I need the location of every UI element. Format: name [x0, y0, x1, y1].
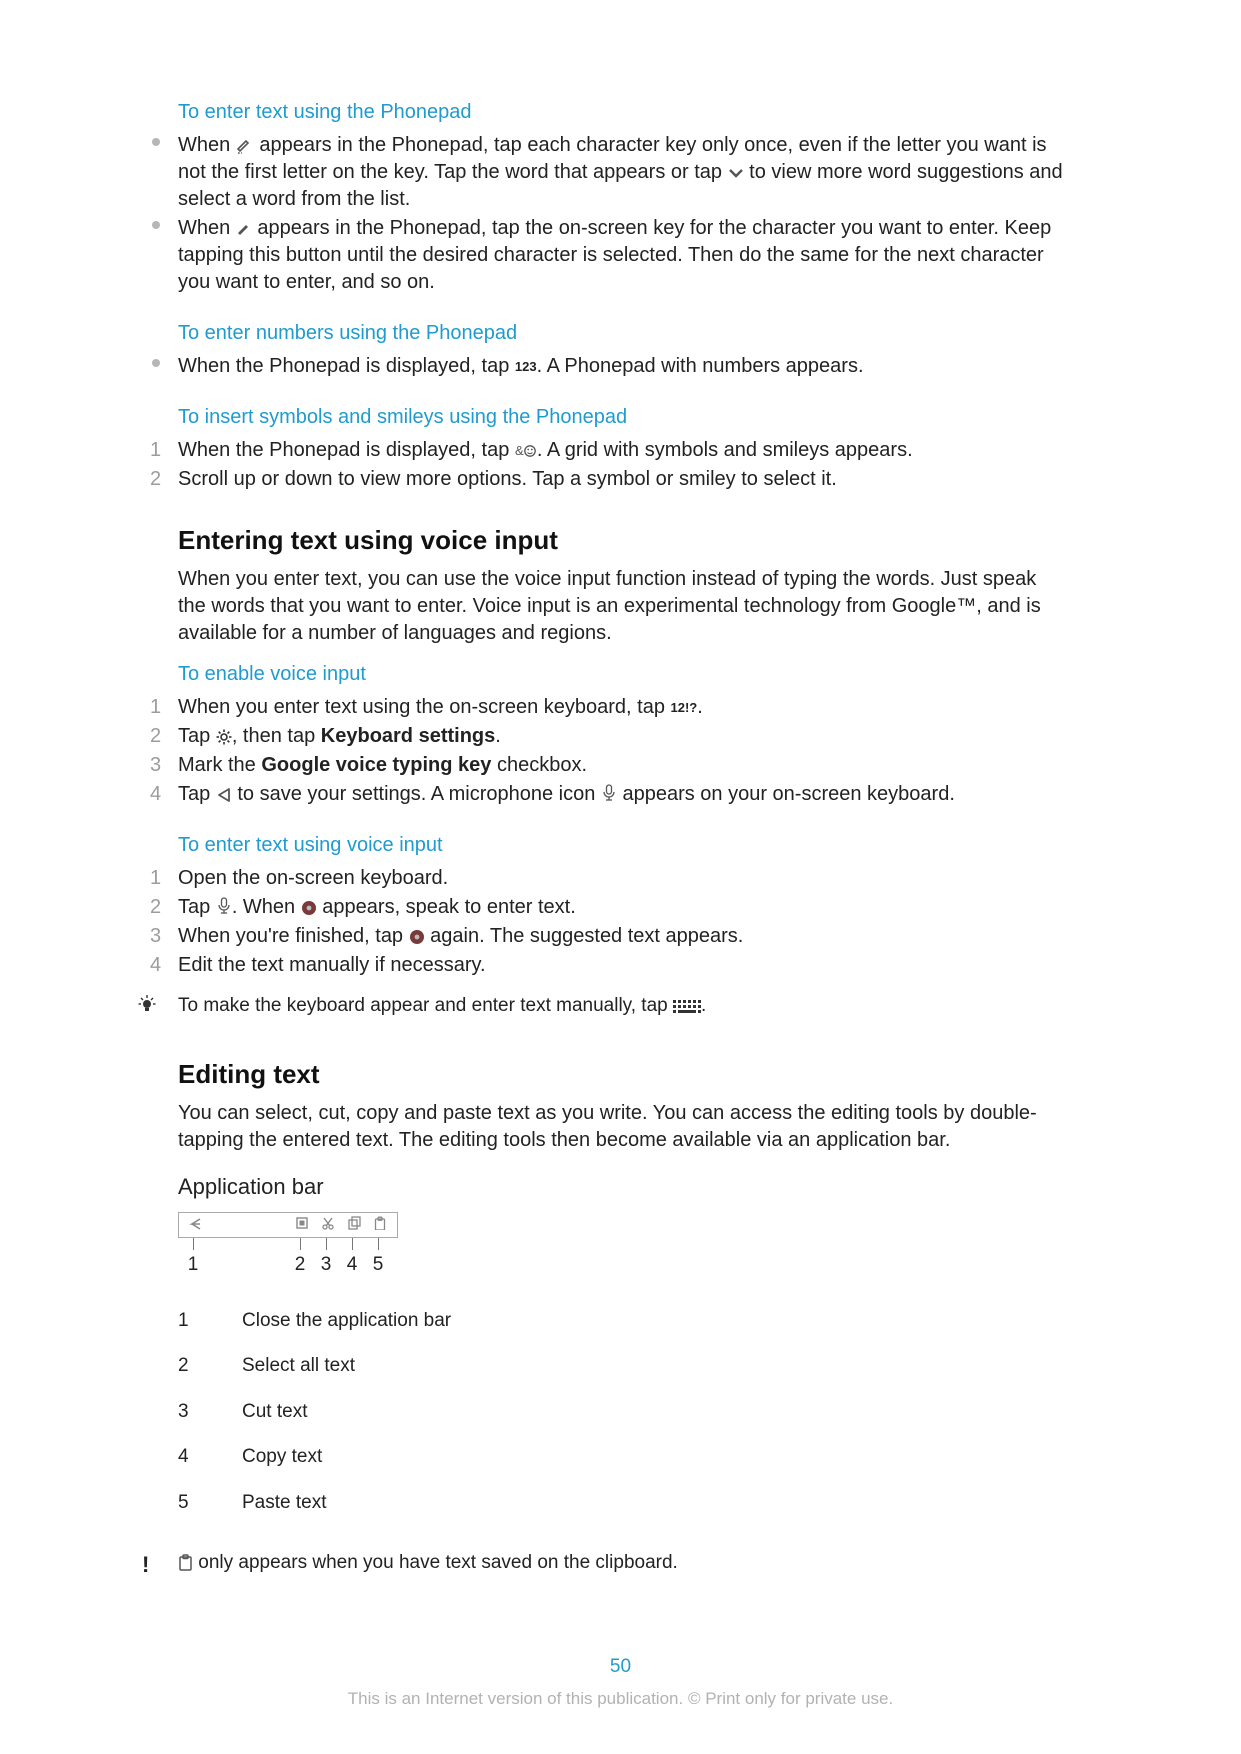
footer-text: This is an Internet version of this publ…	[0, 1688, 1241, 1711]
list-text: When the Phonepad is displayed, tap . A …	[178, 437, 1064, 464]
list-text: Tap , then tap Keyboard settings.	[178, 723, 1064, 750]
back-icon	[216, 787, 232, 803]
bullet-text: When appears in the Phonepad, tap each c…	[178, 132, 1064, 213]
keyboard-icon	[673, 1000, 701, 1014]
microphone-icon	[216, 897, 232, 914]
legend-row: 2Select all text	[178, 1353, 1064, 1379]
legend-value: Copy text	[242, 1444, 1064, 1470]
list-item: 1 Open the on-screen keyboard.	[152, 865, 1064, 892]
list-text: Mark the Google voice typing key checkbo…	[178, 752, 1064, 779]
subheading-enter-text-phonepad: To enter text using the Phonepad	[178, 99, 1064, 126]
paragraph: When you enter text, you can use the voi…	[178, 566, 1064, 647]
list-item: 2 Tap . When appears, speak to enter tex…	[152, 894, 1064, 921]
record-dot-icon	[301, 900, 317, 916]
list-item: 2 Tap , then tap Keyboard settings.	[152, 723, 1064, 750]
list-text: When you're finished, tap again. The sug…	[178, 923, 1064, 950]
legend-row: 5Paste text	[178, 1490, 1064, 1516]
paragraph: You can select, cut, copy and paste text…	[178, 1100, 1064, 1154]
symbols-smiley-icon	[515, 442, 537, 459]
page-number: 50	[0, 1654, 1241, 1680]
tip-row: To make the keyboard appear and enter te…	[144, 993, 1064, 1019]
content-column: To enter text using the Phonepad When ap…	[178, 85, 1064, 1585]
legend-key: 4	[178, 1444, 242, 1470]
list-text: Open the on-screen keyboard.	[178, 865, 1064, 892]
appbar-paste	[367, 1211, 393, 1238]
heading-editing-text: Editing text	[178, 1057, 1064, 1092]
list-item: 2 Scroll up or down to view more options…	[152, 466, 1064, 493]
pen-underline-icon	[236, 135, 254, 154]
bullet-text: When appears in the Phonepad, tap the on…	[178, 215, 1064, 296]
legend-value: Paste text	[242, 1490, 1064, 1516]
list-item: 3 When you're finished, tap again. The s…	[152, 923, 1064, 950]
note-row: ! only appears when you have text saved …	[144, 1550, 1064, 1576]
bullet-item: When appears in the Phonepad, tap the on…	[152, 215, 1064, 296]
bullet-item: When appears in the Phonepad, tap each c…	[152, 132, 1064, 213]
microphone-icon	[601, 784, 617, 801]
list-item: 4 Edit the text manually if necessary.	[152, 952, 1064, 979]
list-item: 4 Tap to save your settings. A microphon…	[152, 781, 1064, 808]
gear-icon	[216, 729, 232, 745]
list-item: 3 Mark the Google voice typing key check…	[152, 752, 1064, 779]
chevron-down-icon	[728, 165, 744, 181]
subheading-insert-symbols-phonepad: To insert symbols and smileys using the …	[178, 404, 1064, 431]
list-item: 1 When you enter text using the on-scree…	[152, 694, 1064, 721]
application-bar	[178, 1212, 398, 1238]
legend-row: 4Copy text	[178, 1444, 1064, 1470]
bullet-item: When the Phonepad is displayed, tap 123.…	[152, 353, 1064, 380]
record-dot-icon	[409, 929, 425, 945]
list-item: 1 When the Phonepad is displayed, tap . …	[152, 437, 1064, 464]
subheading-application-bar: Application bar	[178, 1172, 1064, 1202]
legend-value: Select all text	[242, 1353, 1064, 1379]
list-text: Scroll up or down to view more options. …	[178, 466, 1064, 493]
important-icon: !	[142, 1550, 149, 1580]
appbar-cut	[315, 1211, 341, 1238]
key-12iq-icon: 12!?	[671, 700, 698, 715]
appbar-copy	[341, 1211, 367, 1238]
legend-key: 2	[178, 1353, 242, 1379]
appbar-close	[183, 1211, 209, 1238]
list-text: Tap . When appears, speak to enter text.	[178, 894, 1064, 921]
list-text: Edit the text manually if necessary.	[178, 952, 1064, 979]
document-page: To enter text using the Phonepad When ap…	[0, 0, 1241, 1754]
legend-key: 5	[178, 1490, 242, 1516]
legend-value: Close the application bar	[242, 1308, 1064, 1334]
legend-row: 1Close the application bar	[178, 1308, 1064, 1334]
subheading-enable-voice-input: To enable voice input	[178, 661, 1064, 688]
application-bar-legend: 1Close the application bar2Select all te…	[178, 1308, 1064, 1516]
application-bar-callouts: 1 2 3 4 5	[178, 1252, 398, 1274]
heading-entering-text-voice: Entering text using voice input	[178, 523, 1064, 558]
application-bar-figure: 1 2 3 4 5	[178, 1212, 398, 1274]
list-text: When you enter text using the on-screen …	[178, 694, 1064, 721]
subheading-enter-numbers-phonepad: To enter numbers using the Phonepad	[178, 320, 1064, 347]
clipboard-icon	[178, 1554, 193, 1571]
bullet-text: When the Phonepad is displayed, tap 123.…	[178, 353, 1064, 380]
tip-bulb-icon	[138, 995, 156, 1013]
key-123-icon: 123	[515, 359, 537, 374]
legend-row: 3Cut text	[178, 1399, 1064, 1425]
list-text: Tap to save your settings. A microphone …	[178, 781, 1064, 808]
pen-icon	[236, 219, 252, 237]
legend-key: 1	[178, 1308, 242, 1334]
legend-key: 3	[178, 1399, 242, 1425]
appbar-select-all	[289, 1211, 315, 1238]
legend-value: Cut text	[242, 1399, 1064, 1425]
subheading-enter-text-voice: To enter text using voice input	[178, 832, 1064, 859]
